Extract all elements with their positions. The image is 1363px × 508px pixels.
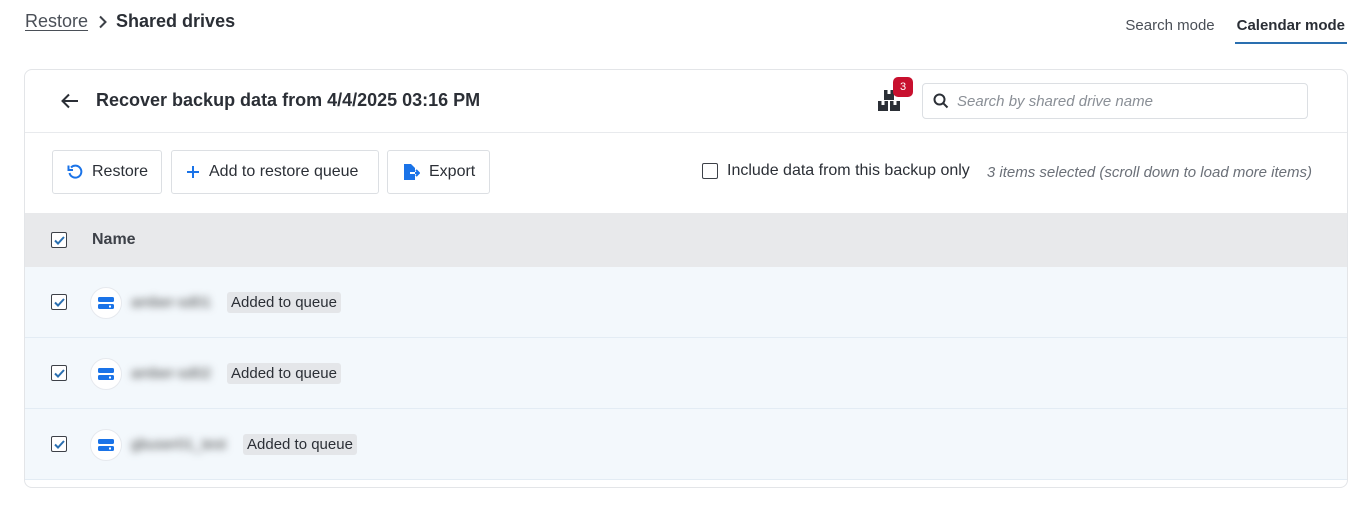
shared-drive-name: amber-sd02 xyxy=(131,365,212,382)
search-input[interactable] xyxy=(957,92,1287,110)
add-to-queue-label: Add to restore queue xyxy=(209,163,359,180)
toolbar: Restore Add to restore queue Export Incl… xyxy=(25,133,1347,213)
plus-icon xyxy=(186,165,200,179)
shared-drive-name: amber-sd01 xyxy=(131,294,212,311)
restore-button-label: Restore xyxy=(92,163,149,180)
recover-panel: Recover backup data from 4/4/2025 03:16 … xyxy=(24,69,1348,488)
tab-search-mode[interactable]: Search mode xyxy=(1123,15,1216,44)
shared-drive-icon xyxy=(90,429,122,461)
table-row[interactable]: amber-sd01 Added to queue xyxy=(25,267,1347,338)
selection-status: 3 items selected (scroll down to load mo… xyxy=(986,164,1312,181)
breadcrumb-current: Shared drives xyxy=(116,11,236,31)
row-checkbox[interactable] xyxy=(51,365,67,381)
table-row[interactable]: amber-sd02 Added to queue xyxy=(25,338,1347,409)
search-icon xyxy=(933,93,949,109)
table-row[interactable]: gbuser01_test Added to queue xyxy=(25,409,1347,480)
add-to-restore-queue-button[interactable]: Add to restore queue xyxy=(171,150,379,194)
include-backup-only-label: Include data from this backup only xyxy=(727,162,970,179)
restore-button[interactable]: Restore xyxy=(52,150,162,194)
panel-header: Recover backup data from 4/4/2025 03:16 … xyxy=(25,70,1347,133)
added-to-queue-tag: Added to queue xyxy=(227,292,341,313)
checkmark-icon xyxy=(53,439,65,449)
checkmark-icon xyxy=(53,368,65,378)
breadcrumb-restore-link[interactable]: Restore xyxy=(25,11,88,32)
back-button[interactable] xyxy=(59,90,81,112)
chevron-right-icon xyxy=(98,15,108,29)
checkmark-icon xyxy=(53,235,65,245)
shared-drive-name: gbuser01_test xyxy=(131,436,227,453)
column-header-name[interactable]: Name xyxy=(92,231,136,249)
checkmark-icon xyxy=(53,297,65,307)
arrow-left-icon xyxy=(61,93,78,109)
select-all-checkbox[interactable] xyxy=(51,232,67,248)
include-backup-only-option: Include data from this backup only xyxy=(702,162,970,180)
breadcrumb: Restore Shared drives xyxy=(25,11,235,32)
shared-drive-icon xyxy=(90,287,122,319)
export-file-icon xyxy=(402,163,420,181)
tab-calendar-mode[interactable]: Calendar mode xyxy=(1234,15,1347,44)
search-box xyxy=(922,83,1308,119)
queue-count-badge: 3 xyxy=(893,77,913,97)
added-to-queue-tag: Added to queue xyxy=(243,434,357,455)
shared-drive-icon xyxy=(90,358,122,390)
page-title: Recover backup data from 4/4/2025 03:16 … xyxy=(96,90,481,110)
mode-tabs: Search mode Calendar mode xyxy=(1105,15,1347,44)
row-checkbox[interactable] xyxy=(51,436,67,452)
undo-icon xyxy=(67,164,83,180)
include-backup-only-checkbox[interactable] xyxy=(702,163,718,179)
export-button-label: Export xyxy=(429,163,476,180)
row-checkbox[interactable] xyxy=(51,294,67,310)
export-button[interactable]: Export xyxy=(387,150,490,194)
table-header: Name xyxy=(25,213,1347,267)
added-to-queue-tag: Added to queue xyxy=(227,363,341,384)
